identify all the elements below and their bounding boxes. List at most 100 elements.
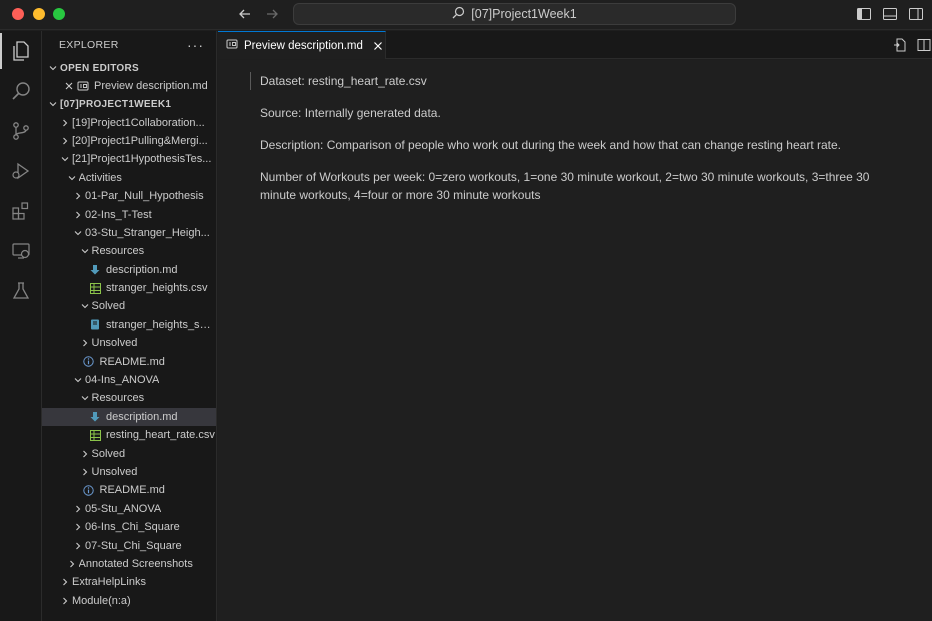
tree-item-label: 01-Par_Null_Hypothesis — [85, 190, 204, 203]
open-source-icon[interactable] — [892, 37, 908, 56]
tree-item-label: Solved — [91, 447, 126, 460]
tree-folder[interactable]: Solved — [42, 444, 216, 462]
tree-folder[interactable]: 04-Ins_ANOVA — [42, 371, 216, 389]
csv-file-icon — [88, 429, 102, 441]
open-editor-label: Preview description.md — [94, 80, 208, 93]
open-editors-section[interactable]: OPEN EDITORS — [42, 59, 216, 77]
tree-folder[interactable]: 02-Ins_T-Test — [42, 205, 216, 223]
file-tree: [19]Project1Collaboration... [20]Project1… — [42, 113, 216, 610]
editor-actions — [892, 37, 932, 56]
chevron-right-icon — [58, 118, 72, 128]
testing-flask-icon[interactable] — [9, 279, 33, 303]
tree-item-label: 03-Stu_Stranger_Heigh... — [85, 226, 210, 239]
preview-icon — [226, 38, 238, 53]
tree-file[interactable]: README.md — [42, 481, 216, 499]
search-icon[interactable] — [9, 79, 33, 103]
tree-folder[interactable]: 07-Stu_Chi_Square — [42, 536, 216, 554]
tree-item-label: description.md — [106, 263, 178, 276]
tree-folder[interactable]: Activities — [42, 169, 216, 187]
tree-item-label: Activities — [78, 171, 122, 184]
markdown-preview: Dataset: resting_heart_rate.csv Source: … — [218, 60, 932, 621]
back-arrow-icon[interactable] — [235, 4, 255, 24]
tree-file[interactable]: description.md — [42, 261, 216, 279]
close-icon[interactable] — [62, 81, 76, 91]
preview-source-line: Source: Internally generated data. — [260, 106, 441, 120]
tree-folder[interactable]: Resources — [42, 389, 216, 407]
more-actions-icon[interactable]: ··· — [187, 37, 204, 53]
toggle-panel-icon[interactable] — [882, 6, 898, 22]
tree-item-label: [20]Project1Pulling&Mergi... — [72, 134, 208, 147]
extensions-icon[interactable] — [9, 199, 33, 223]
close-window-button[interactable] — [12, 8, 24, 20]
toggle-primary-sidebar-icon[interactable] — [856, 6, 872, 22]
layout-controls — [856, 6, 924, 22]
remote-explorer-icon[interactable] — [9, 239, 33, 263]
tree-file[interactable]: resting_heart_rate.csv — [42, 426, 216, 444]
open-editors-title: OPEN EDITORS — [60, 62, 139, 74]
tree-item-label: stranger_heights.csv — [106, 282, 208, 295]
chevron-down-icon — [58, 154, 72, 164]
chevron-down-icon — [46, 99, 60, 109]
tree-item-label: README.md — [99, 484, 165, 497]
preview-description-line: Description: Comparison of people who wo… — [260, 138, 842, 152]
tree-folder[interactable]: Annotated Screenshots — [42, 555, 216, 573]
explorer-header: EXPLORER ··· — [42, 31, 216, 59]
tree-item-label: Unsolved — [91, 466, 138, 478]
tree-item-label: description.md — [106, 410, 178, 423]
tree-item-label: Module(n:a) — [72, 594, 131, 607]
csv-file-icon — [88, 282, 102, 294]
tree-folder[interactable]: ExtraHelpLinks — [42, 573, 216, 591]
tree-folder[interactable]: Unsolved — [42, 463, 216, 481]
tree-item-label: stranger_heights_sol... — [106, 318, 216, 331]
tree-item-label: 05-Stu_ANOVA — [85, 502, 162, 515]
tree-item-label: Solved — [91, 300, 126, 313]
close-icon[interactable] — [373, 41, 383, 51]
explorer-title: EXPLORER — [59, 39, 119, 51]
tree-folder[interactable]: Module(n:a) — [42, 592, 216, 610]
chevron-down-icon — [46, 63, 60, 73]
tree-item-label: ExtraHelpLinks — [72, 576, 146, 589]
tree-folder[interactable]: [20]Project1Pulling&Mergi... — [42, 132, 216, 150]
explorer-sidebar: EXPLORER ··· OPEN EDITORS Preview descri… — [42, 31, 217, 621]
tree-file[interactable]: stranger_heights_sol... — [42, 316, 216, 334]
command-center-search[interactable]: [07]Project1Week1 — [293, 3, 736, 25]
editor-tab-bar: Preview description.md — [218, 31, 932, 59]
tab-preview-description[interactable]: Preview description.md — [218, 31, 386, 59]
source-control-icon[interactable] — [9, 119, 33, 143]
forward-arrow-icon[interactable] — [262, 4, 282, 24]
tree-item-label: 06-Ins_Chi_Square — [85, 521, 180, 534]
toggle-secondary-sidebar-icon[interactable] — [908, 6, 924, 22]
tree-folder[interactable]: 01-Par_Null_Hypothesis — [42, 187, 216, 205]
chevron-right-icon — [65, 559, 79, 569]
tree-item-label: Resources — [91, 392, 145, 405]
tree-folder[interactable]: 03-Stu_Stranger_Heigh... — [42, 224, 216, 242]
tree-folder[interactable]: 06-Ins_Chi_Square — [42, 518, 216, 536]
window-title: [07]Project1Week1 — [471, 7, 577, 21]
tree-file[interactable]: README.md — [42, 352, 216, 370]
tree-item-label: [21]Project1HypothesisTes... — [72, 153, 212, 166]
chevron-right-icon — [58, 136, 72, 146]
tree-folder[interactable]: Unsolved — [42, 334, 216, 352]
chevron-right-icon — [78, 449, 92, 459]
chevron-right-icon — [71, 210, 85, 220]
run-debug-icon[interactable] — [9, 159, 33, 183]
chevron-right-icon — [71, 191, 85, 201]
tree-folder[interactable]: Solved — [42, 297, 216, 315]
maximize-window-button[interactable] — [53, 8, 65, 20]
explorer-icon[interactable] — [0, 33, 33, 69]
open-editor-item[interactable]: Preview description.md — [42, 77, 216, 95]
tree-item-label: [19]Project1Collaboration... — [72, 116, 205, 129]
info-icon — [82, 485, 96, 496]
tree-file[interactable]: description.md — [42, 407, 216, 427]
chevron-right-icon — [71, 541, 85, 551]
tree-folder[interactable]: [21]Project1HypothesisTes... — [42, 150, 216, 168]
workspace-folder-section[interactable]: [07]PROJECT1WEEK1 — [42, 95, 216, 113]
tree-folder[interactable]: Resources — [42, 242, 216, 260]
chevron-down-icon — [65, 173, 79, 183]
tree-folder[interactable]: 05-Stu_ANOVA — [42, 500, 216, 518]
tree-file[interactable]: stranger_heights.csv — [42, 279, 216, 297]
minimize-window-button[interactable] — [33, 8, 45, 20]
tab-label: Preview description.md — [244, 39, 363, 52]
tree-folder[interactable]: [19]Project1Collaboration... — [42, 113, 216, 131]
split-editor-icon[interactable] — [916, 37, 932, 56]
